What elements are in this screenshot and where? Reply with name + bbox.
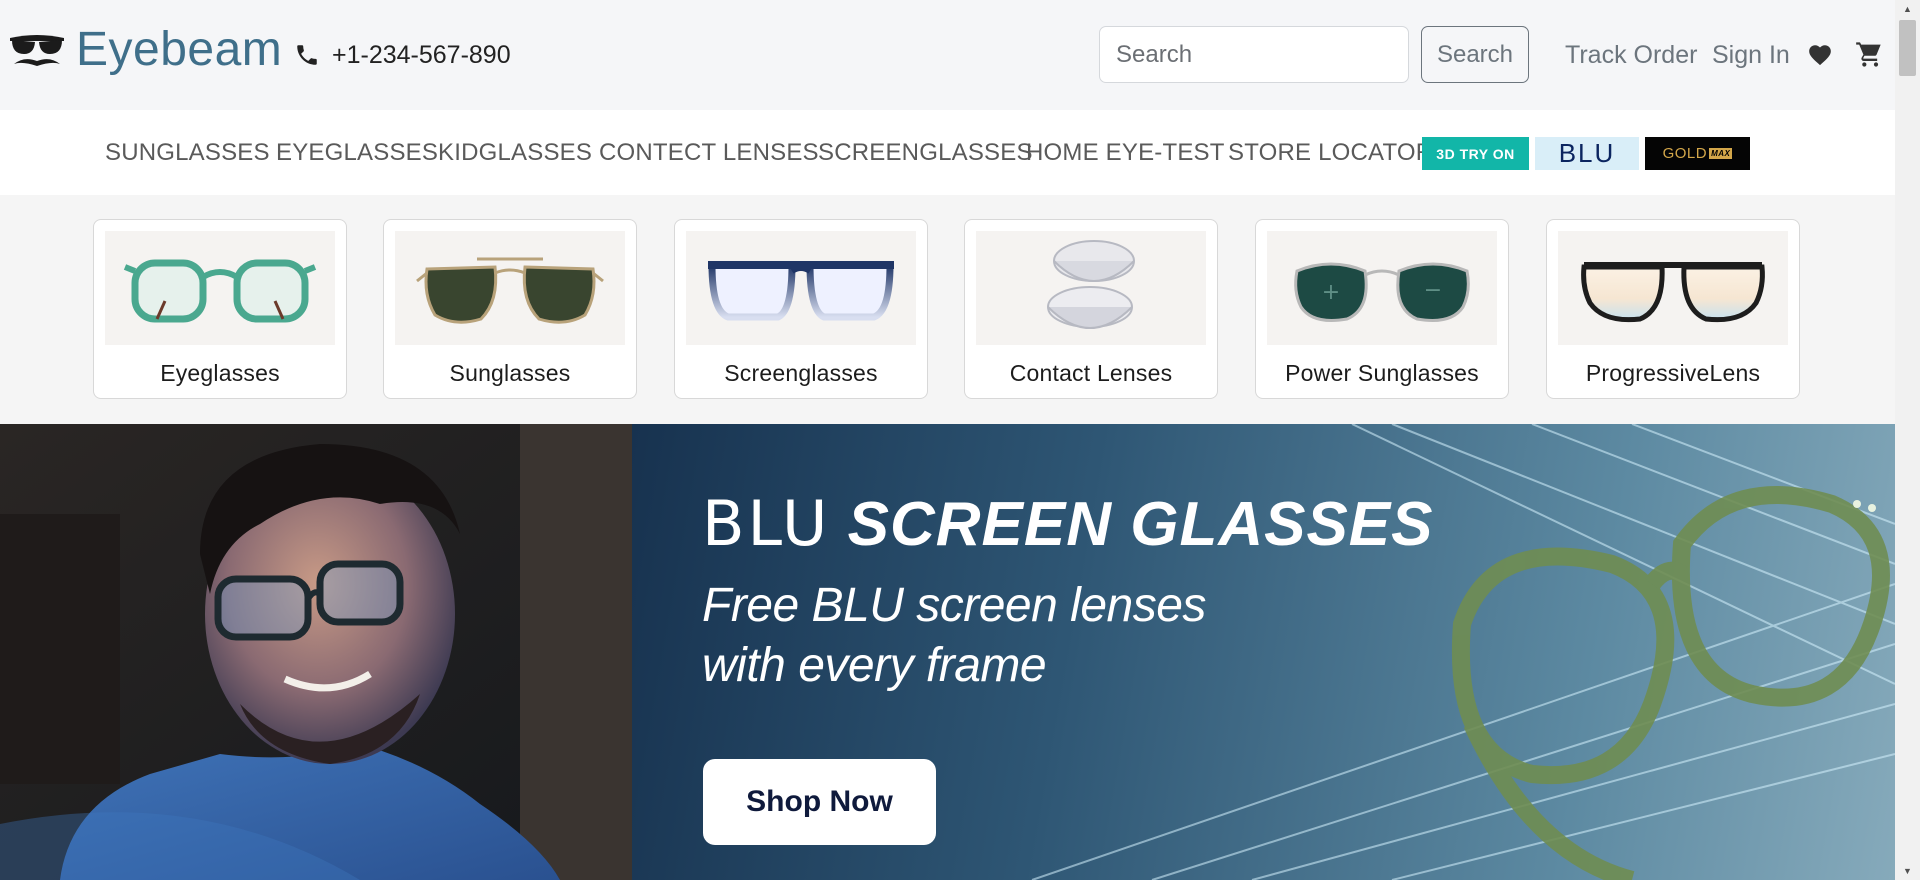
- contact-lenses-image: [976, 231, 1206, 345]
- hero-subtitle: Free BLU screen lenses with every frame: [702, 576, 1402, 696]
- gold-max-tag: MAX: [1709, 148, 1733, 159]
- sign-in-link[interactable]: Sign In: [1712, 38, 1790, 72]
- nav-contact-lenses[interactable]: CONTECT LENSES: [599, 136, 819, 170]
- category-card-sunglasses[interactable]: Sunglasses: [383, 219, 637, 399]
- svg-text:+: +: [1322, 280, 1340, 305]
- hero-title-brand: BLU: [702, 487, 831, 560]
- nav-kidglasses[interactable]: KIDGLASSES: [438, 136, 592, 170]
- hero-subtitle-line-2: with every frame: [702, 639, 1047, 692]
- category-card-screenglasses[interactable]: Screenglasses: [674, 219, 928, 399]
- brand-name: Eyebeam: [76, 23, 283, 76]
- heart-icon[interactable]: [1807, 42, 1833, 68]
- nav-sunglasses[interactable]: SUNGLASSES: [105, 136, 270, 170]
- category-card-progressive-lens[interactable]: ProgressiveLens: [1546, 219, 1800, 399]
- category-card-contact-lenses[interactable]: Contact Lenses: [964, 219, 1218, 399]
- category-strip: Eyeglasses Sunglasses Screenglasses Cont…: [0, 195, 1895, 424]
- scroll-thumb[interactable]: [1899, 20, 1916, 76]
- hero-title-main: SCREEN GLASSES: [847, 490, 1434, 559]
- scroll-up-arrow-icon[interactable]: ▲: [1895, 0, 1920, 18]
- page-scrollbar[interactable]: ▲ ▼: [1895, 0, 1920, 880]
- cart-icon[interactable]: [1855, 40, 1883, 68]
- hero-promo-panel: BLU SCREEN GLASSES Free BLU screen lense…: [632, 424, 1895, 880]
- phone-icon: [297, 45, 317, 65]
- category-label: Contact Lenses: [1009, 360, 1173, 386]
- power-sunglasses-image: + −: [1267, 231, 1497, 345]
- category-card-eyeglasses[interactable]: Eyeglasses: [93, 219, 347, 399]
- main-nav: SUNGLASSES EYEGLASSES KIDGLASSES CONTECT…: [0, 110, 1895, 195]
- search-button[interactable]: Search: [1421, 26, 1529, 83]
- nav-screenglasses[interactable]: SCREENGLASSES: [818, 136, 1033, 170]
- brand-logo[interactable]: Eyebeam: [8, 22, 282, 78]
- category-label: Power Sunglasses: [1285, 360, 1479, 386]
- phone-number: +1-234-567-890: [332, 41, 511, 69]
- category-card-power-sunglasses[interactable]: + − Power Sunglasses: [1255, 219, 1509, 399]
- mustache-sunglasses-icon: [10, 35, 64, 66]
- hero-title: BLU SCREEN GLASSES: [702, 488, 1434, 561]
- green-eyeglasses-image: [105, 231, 335, 345]
- category-label: Screenglasses: [724, 360, 878, 386]
- 3d-try-on-badge[interactable]: 3D TRY ON: [1422, 137, 1529, 170]
- contact-phone: +1-234-567-890: [294, 38, 511, 72]
- category-label: Sunglasses: [449, 360, 571, 386]
- top-header: Eyebeam +1-234-567-890 Search Track Orde…: [0, 0, 1895, 110]
- aviator-sunglasses-image: [395, 231, 625, 345]
- gold-label: GOLD: [1662, 145, 1708, 162]
- nav-home-eye-test[interactable]: HOME EYE-TEST: [1026, 136, 1225, 170]
- blu-badge[interactable]: BLU: [1535, 137, 1639, 170]
- hero-banner: BLU SCREEN GLASSES Free BLU screen lense…: [0, 424, 1895, 880]
- progressive-lens-glasses-image: [1558, 231, 1788, 345]
- blue-screenglasses-image: [686, 231, 916, 345]
- category-label: Eyeglasses: [160, 360, 280, 386]
- scroll-down-arrow-icon[interactable]: ▼: [1895, 862, 1920, 880]
- track-order-link[interactable]: Track Order: [1565, 38, 1697, 72]
- nav-eyeglasses[interactable]: EYEGLASSES: [276, 136, 438, 170]
- shop-now-button[interactable]: Shop Now: [703, 759, 936, 845]
- category-label: ProgressiveLens: [1585, 360, 1761, 386]
- svg-text:−: −: [1424, 278, 1442, 303]
- hero-photo-man-with-glasses: [0, 424, 632, 880]
- nav-store-locator[interactable]: STORE LOCATOR: [1228, 136, 1433, 170]
- gold-max-badge[interactable]: GOLD MAX: [1645, 137, 1750, 170]
- hero-subtitle-line-1: Free BLU screen lenses: [702, 579, 1206, 632]
- search-input[interactable]: [1099, 26, 1409, 83]
